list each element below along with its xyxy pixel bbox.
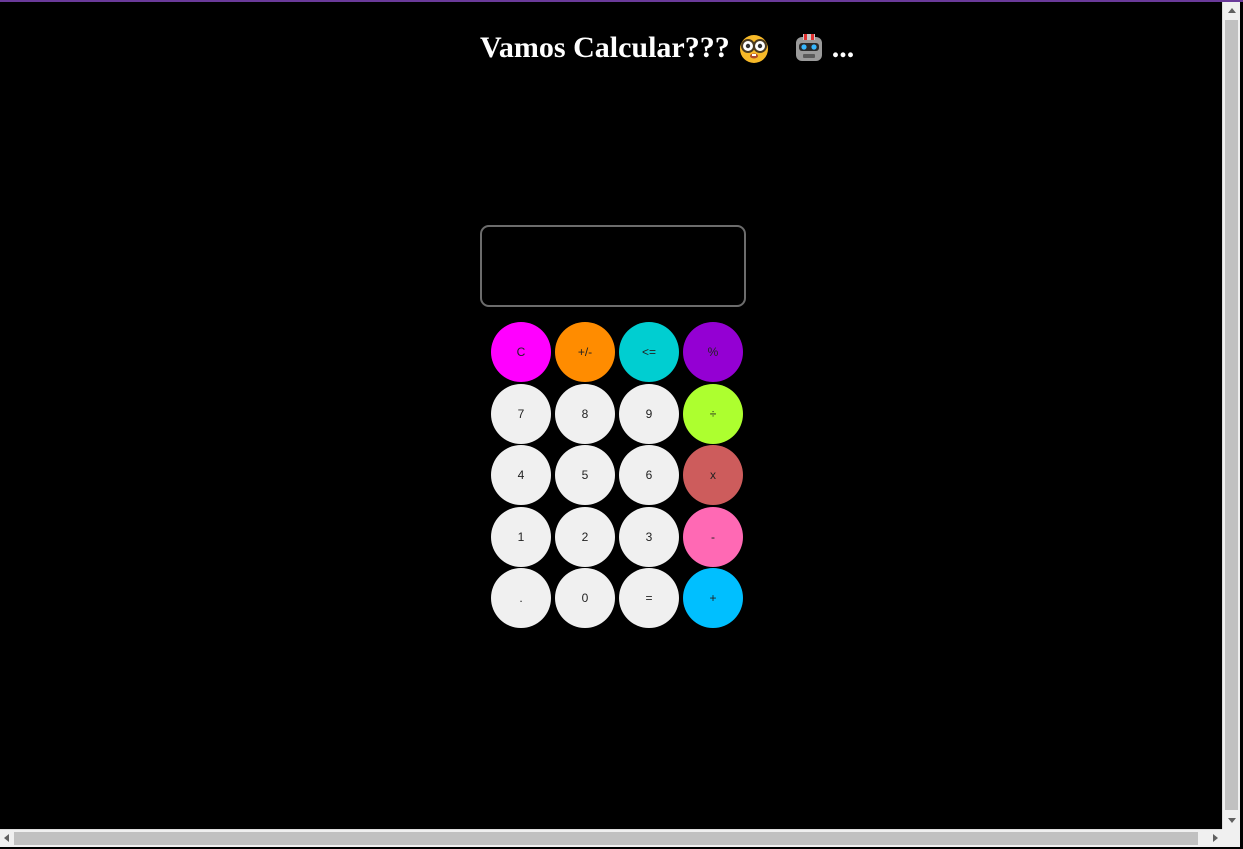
page-title-suffix: ...: [831, 31, 855, 64]
vertical-scroll-thumb[interactable]: [1225, 20, 1238, 810]
scroll-up-arrow-icon[interactable]: [1228, 8, 1236, 13]
decimal-button[interactable]: .: [491, 568, 551, 628]
vertical-scrollbar[interactable]: [1222, 2, 1240, 829]
digit-5-button[interactable]: 5: [555, 445, 615, 505]
page-title-text: Vamos Calcular???: [480, 31, 730, 64]
digit-3-button[interactable]: 3: [619, 506, 679, 567]
digit-4-button[interactable]: 4: [491, 445, 551, 505]
nerd-face-icon: [739, 35, 768, 63]
scrollbar-corner: [1222, 829, 1240, 847]
horizontal-scrollbar[interactable]: [0, 829, 1222, 847]
equals-button[interactable]: =: [619, 568, 679, 628]
window-top-border: [0, 0, 1243, 2]
sign-toggle-button[interactable]: +/-: [555, 322, 615, 382]
add-button[interactable]: +: [683, 568, 743, 628]
digit-9-button[interactable]: 9: [619, 383, 679, 444]
digit-1-button[interactable]: 1: [491, 506, 551, 567]
divide-button[interactable]: ÷: [683, 383, 743, 444]
page-title: Vamos Calcular??? ...: [480, 26, 854, 70]
digit-0-button[interactable]: 0: [555, 568, 615, 628]
percent-button[interactable]: %: [683, 322, 743, 382]
calculator-display: [480, 225, 746, 307]
scroll-left-arrow-icon[interactable]: [4, 834, 9, 842]
scroll-right-arrow-icon[interactable]: [1213, 834, 1218, 842]
subtract-button[interactable]: -: [683, 506, 743, 567]
digit-7-button[interactable]: 7: [491, 383, 551, 444]
digit-6-button[interactable]: 6: [619, 445, 679, 505]
digit-2-button[interactable]: 2: [555, 506, 615, 567]
scroll-down-arrow-icon[interactable]: [1228, 818, 1236, 823]
multiply-button[interactable]: x: [683, 445, 743, 505]
robot-icon: [795, 34, 822, 61]
clear-button[interactable]: C: [491, 322, 551, 382]
digit-8-button[interactable]: 8: [555, 383, 615, 444]
backspace-button[interactable]: <=: [619, 322, 679, 382]
horizontal-scroll-thumb[interactable]: [14, 832, 1198, 845]
